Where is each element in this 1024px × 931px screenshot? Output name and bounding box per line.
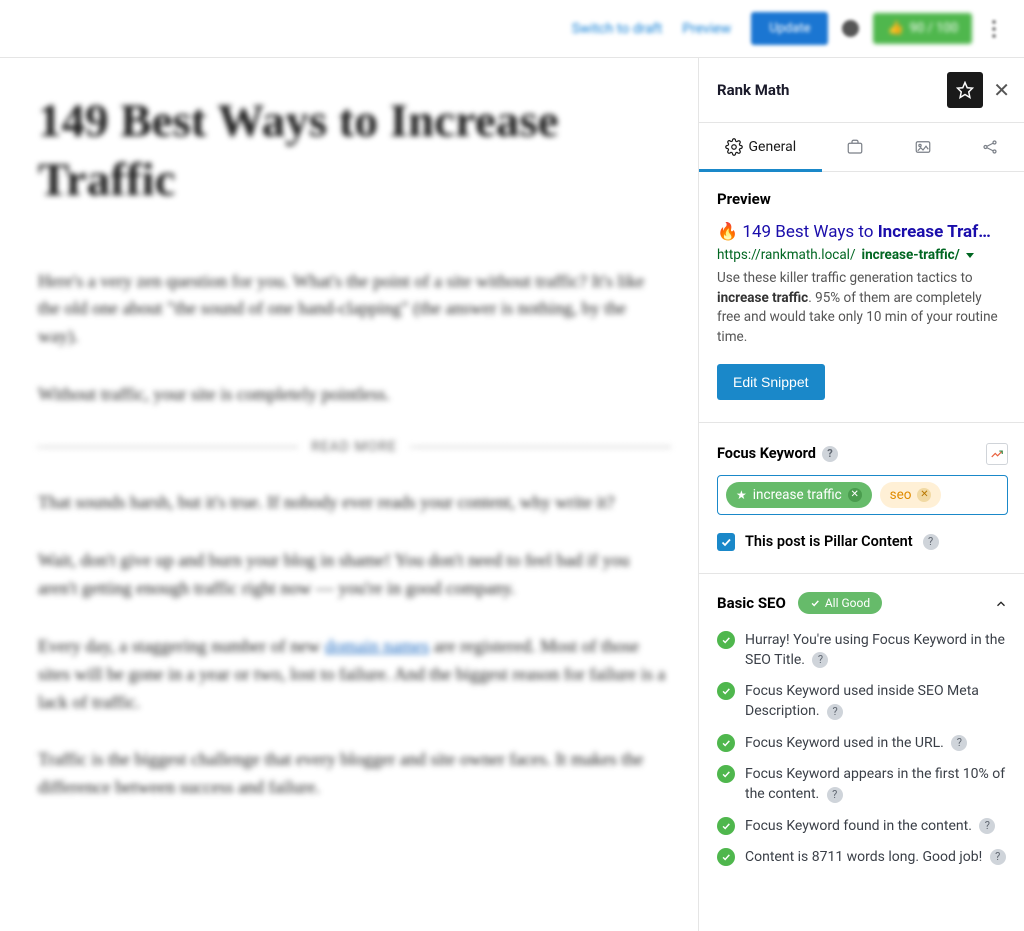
avatar-circle[interactable] xyxy=(842,20,859,37)
keyword-tag-secondary[interactable]: seo ✕ xyxy=(880,482,942,508)
serp-url[interactable]: https://rankmath.local/increase-traffic/ xyxy=(717,247,1008,263)
help-icon[interactable]: ? xyxy=(827,787,843,803)
check-circle-icon xyxy=(717,765,735,783)
help-icon[interactable]: ? xyxy=(827,704,843,720)
keyword-tag-label: seo xyxy=(890,487,912,503)
switch-to-draft-link[interactable]: Switch to draft xyxy=(572,21,663,37)
serp-title-bold: Increase Traf xyxy=(878,222,979,242)
check-text: Content is 8711 words long. Good job! xyxy=(745,849,982,865)
all-good-badge: All Good xyxy=(798,592,882,614)
tab-general[interactable]: General xyxy=(699,123,822,171)
help-icon[interactable]: ? xyxy=(822,446,838,462)
check-circle-icon xyxy=(717,817,735,835)
post-paragraph[interactable]: Traffic is the biggest challenge that ev… xyxy=(38,746,670,802)
tab-social[interactable] xyxy=(957,123,1024,171)
post-editor: 149 Best Ways to Increase Traffic Here's… xyxy=(0,58,698,931)
serp-title[interactable]: 🔥 149 Best Ways to Increase Traf… xyxy=(717,222,1008,243)
remove-tag-icon[interactable]: ✕ xyxy=(848,488,862,502)
check-text: Focus Keyword appears in the first 10% o… xyxy=(745,766,1005,802)
focus-keyword-input[interactable]: ★ increase traffic ✕ seo ✕ xyxy=(717,475,1008,515)
desc-bold: increase traffic xyxy=(717,290,808,306)
help-icon[interactable]: ? xyxy=(990,849,1006,865)
pillar-content-label: This post is Pillar Content xyxy=(745,533,913,550)
basic-seo-title: Basic SEO xyxy=(717,594,786,612)
fire-emoji: 🔥 xyxy=(717,222,738,242)
post-title[interactable]: 149 Best Ways to Increase Traffic xyxy=(38,92,670,210)
preview-heading: Preview xyxy=(717,190,1008,208)
check-icon xyxy=(810,598,820,608)
update-button[interactable]: Update xyxy=(751,12,828,45)
more-options-button[interactable] xyxy=(986,17,1002,41)
check-text: Hurray! You're using Focus Keyword in th… xyxy=(745,632,1005,668)
read-more-label: READ MORE xyxy=(311,439,397,455)
check-circle-icon xyxy=(717,631,735,649)
close-icon[interactable]: ✕ xyxy=(993,80,1010,100)
trends-button[interactable] xyxy=(986,443,1008,465)
editor-topbar: Switch to draft Preview Update 👍 90 / 10… xyxy=(0,0,1024,58)
post-paragraph[interactable]: Here's a very zen question for you. What… xyxy=(38,268,670,352)
basic-seo-toggle[interactable]: Basic SEO All Good xyxy=(717,592,1008,614)
trend-icon xyxy=(990,447,1004,461)
share-icon xyxy=(981,138,999,156)
chevron-up-icon xyxy=(994,596,1008,610)
check-item: Content is 8711 words long. Good job! ? xyxy=(717,847,1008,867)
help-icon[interactable]: ? xyxy=(812,652,828,668)
serp-description: Use these killer traffic generation tact… xyxy=(717,269,1008,347)
focus-keyword-label: Focus Keyword ? xyxy=(717,445,838,462)
keyword-tag-primary[interactable]: ★ increase traffic ✕ xyxy=(726,482,872,508)
check-circle-icon xyxy=(717,682,735,700)
sidebar-title: Rank Math xyxy=(717,81,937,99)
tab-advanced[interactable] xyxy=(822,123,889,171)
tab-label: General xyxy=(749,139,797,155)
help-icon[interactable]: ? xyxy=(979,818,995,834)
rankmath-star-button[interactable] xyxy=(947,72,983,108)
sidebar-header: Rank Math ✕ xyxy=(699,58,1024,122)
check-circle-icon xyxy=(717,734,735,752)
check-text: Focus Keyword found in the content. xyxy=(745,818,972,834)
check-item: Hurray! You're using Focus Keyword in th… xyxy=(717,630,1008,671)
check-text: Focus Keyword used inside SEO Meta Descr… xyxy=(745,683,979,719)
help-icon[interactable]: ? xyxy=(951,735,967,751)
post-paragraph[interactable]: That sounds harsh, but it's true. If nob… xyxy=(38,489,670,517)
serp-title-text: 149 Best Ways to xyxy=(742,222,877,242)
serp-url-base: https://rankmath.local/ xyxy=(717,247,856,263)
gear-icon xyxy=(725,138,743,156)
help-icon[interactable]: ? xyxy=(923,534,939,550)
post-paragraph[interactable]: Without traffic, your site is completely… xyxy=(38,381,670,409)
check-text: Focus Keyword used in the URL. xyxy=(745,735,944,751)
check-icon xyxy=(720,536,732,548)
rankmath-score-button[interactable]: 👍 90 / 100 xyxy=(873,13,972,44)
remove-tag-icon[interactable]: ✕ xyxy=(917,488,931,502)
preview-link[interactable]: Preview xyxy=(682,21,731,37)
card-icon xyxy=(914,138,932,156)
check-item: Focus Keyword used in the URL. ? xyxy=(717,733,1008,753)
sidebar-tabs: General xyxy=(699,122,1024,172)
thumbs-up-icon: 👍 xyxy=(887,21,903,36)
serp-title-ellipsis: … xyxy=(978,222,991,242)
rankmath-sidebar: Rank Math ✕ General xyxy=(698,58,1024,931)
check-item: Focus Keyword appears in the first 10% o… xyxy=(717,764,1008,805)
edit-snippet-button[interactable]: Edit Snippet xyxy=(717,364,825,400)
read-more-divider: READ MORE xyxy=(38,439,670,455)
score-value: 90 / 100 xyxy=(910,21,958,36)
post-paragraph[interactable]: Every day, a staggering number of new do… xyxy=(38,633,670,717)
check-item: Focus Keyword used inside SEO Meta Descr… xyxy=(717,681,1008,722)
briefcase-icon xyxy=(846,138,864,156)
star-icon xyxy=(956,81,974,99)
desc-text: Use these killer traffic generation tact… xyxy=(717,270,973,286)
text-span: Every day, a staggering number of new xyxy=(38,636,325,656)
pillar-content-checkbox[interactable] xyxy=(717,533,735,551)
tab-schema[interactable] xyxy=(889,123,956,171)
check-circle-icon xyxy=(717,848,735,866)
post-paragraph[interactable]: Wait, don't give up and burn your blog i… xyxy=(38,547,670,603)
serp-url-slug: increase-traffic/ xyxy=(862,247,960,263)
keyword-tag-label: increase traffic xyxy=(753,487,842,503)
basic-seo-checklist: Hurray! You're using Focus Keyword in th… xyxy=(717,630,1008,868)
check-item: Focus Keyword found in the content. ? xyxy=(717,816,1008,836)
domain-names-link[interactable]: domain names xyxy=(325,636,429,656)
star-icon: ★ xyxy=(736,488,747,502)
caret-down-icon xyxy=(966,253,974,258)
